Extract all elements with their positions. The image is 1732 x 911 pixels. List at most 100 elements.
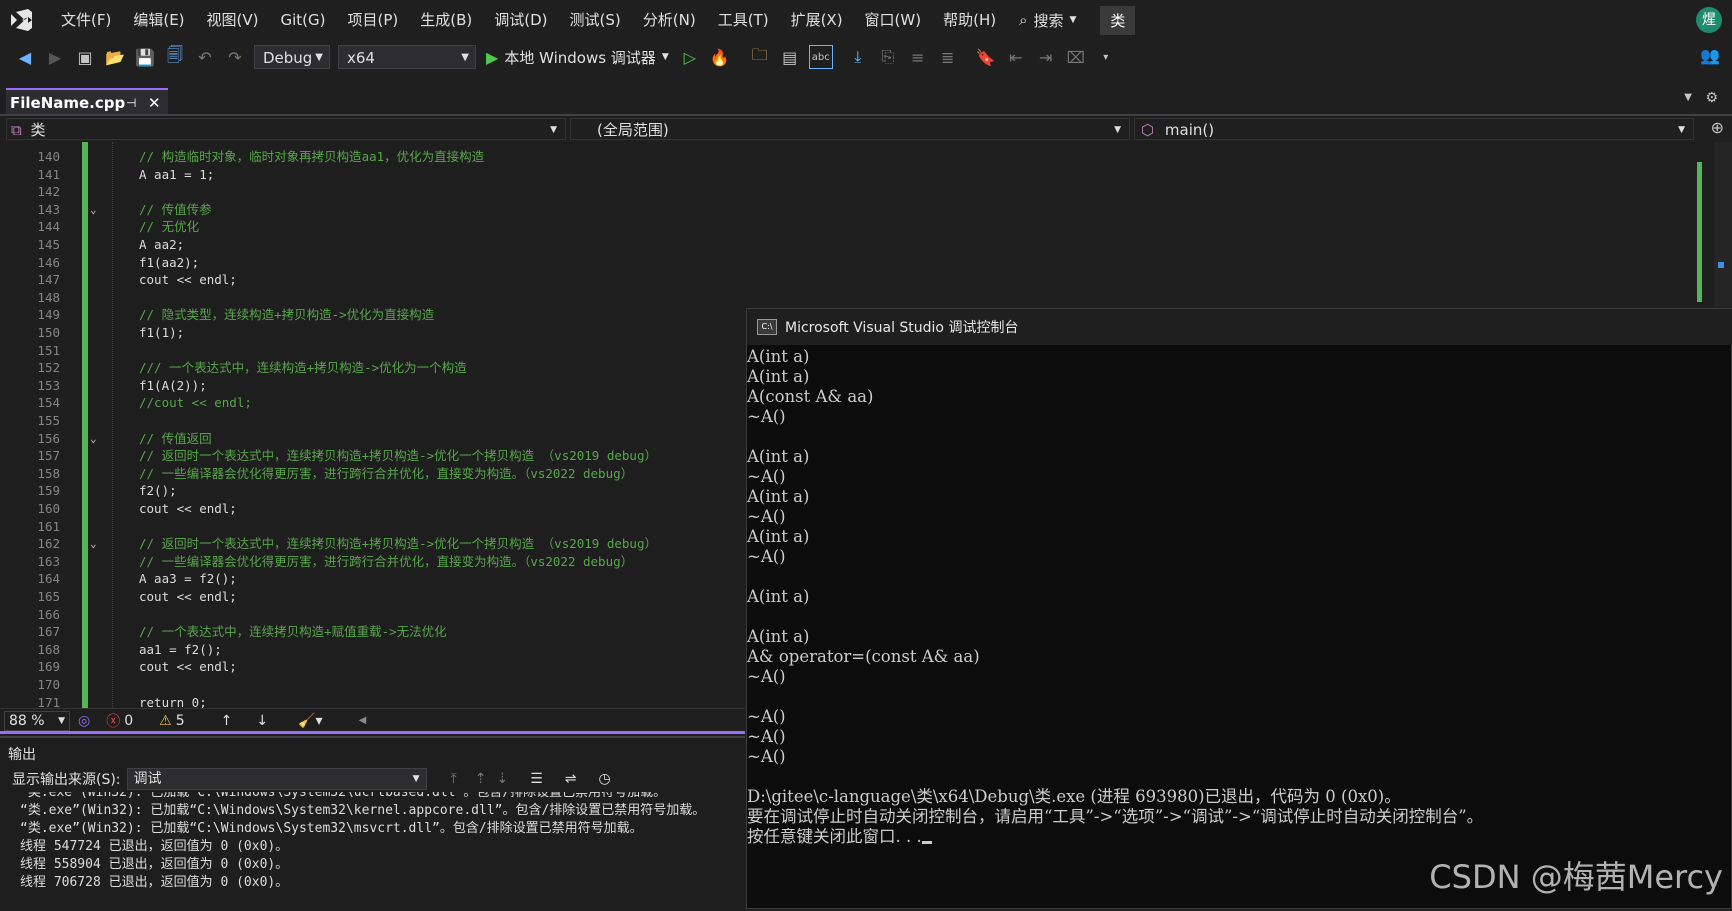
clear-bookmarks-icon[interactable]: ⌧ — [1065, 46, 1087, 68]
error-count[interactable]: 0 — [124, 713, 133, 729]
save-icon[interactable]: 💾 — [134, 46, 156, 68]
spellcheck-icon[interactable]: abc — [808, 45, 833, 69]
code-line[interactable]: 152 /// 一个表达式中，连续构造+拷贝构造->优化为一个构造 — [0, 359, 745, 377]
bookmark-icon[interactable]: 🔖 — [975, 46, 997, 68]
code-line[interactable]: 142 — [0, 183, 745, 201]
code-line[interactable]: 155 — [0, 412, 745, 430]
pin-icon[interactable]: ⊣ — [126, 90, 136, 116]
warning-icon[interactable]: ⚠ — [159, 713, 172, 729]
panel-splitter[interactable] — [0, 731, 745, 734]
next-message-icon[interactable]: ⇣ — [496, 771, 508, 787]
output-text[interactable]: “类.exe”(Win32): 已加载“C:\Windows\System32\… — [0, 792, 745, 911]
clock-icon[interactable]: ◷ — [599, 771, 611, 787]
zoom-select[interactable]: 88 % ▼ — [4, 710, 70, 731]
code-line[interactable]: 163 // 一些编译器会优化得更厉害，进行跨行合并优化，直接变为构造。（vs20… — [0, 553, 745, 571]
start-without-debugging-icon[interactable]: ▷ — [679, 46, 701, 68]
toolbar-overflow-icon[interactable]: ▾ — [1095, 46, 1117, 68]
code-line[interactable]: 146 f1(aa2); — [0, 254, 745, 272]
warning-count[interactable]: 5 — [176, 713, 185, 729]
code-line[interactable]: 144 // 无优化 — [0, 218, 745, 236]
visual-studio-logo-icon[interactable] — [8, 6, 36, 34]
forward-icon[interactable]: ▶ — [44, 46, 66, 68]
output-source-select[interactable]: 调试 ▼ — [126, 768, 427, 790]
code-cleanup-icon[interactable]: 🧹▾ — [298, 713, 322, 729]
gear-icon[interactable]: ⚙ — [1705, 90, 1718, 106]
redo-icon[interactable]: ↷ — [224, 46, 246, 68]
next-bookmark-icon[interactable]: ⇥ — [1035, 46, 1057, 68]
code-line[interactable]: 159 f2(); — [0, 482, 745, 500]
code-line[interactable]: 170 — [0, 676, 745, 694]
menu-item[interactable]: 扩展(X) — [780, 0, 854, 40]
code-line[interactable]: 154 //cout << endl; — [0, 394, 745, 412]
prev-bookmark-icon[interactable]: ⇤ — [1005, 46, 1027, 68]
fold-toggle-icon[interactable]: ⌄ — [90, 201, 97, 219]
code-line[interactable]: 158 // 一些编译器会优化得更厉害，进行跨行合并优化，直接变为构造。（vs20… — [0, 465, 745, 483]
code-line[interactable]: 168 aa1 = f2(); — [0, 641, 745, 659]
code-line[interactable]: 169 cout << endl; — [0, 658, 745, 676]
menu-item[interactable]: 编辑(E) — [122, 0, 195, 40]
layout-icon[interactable]: ▤ — [779, 46, 801, 68]
menu-item[interactable]: 项目(P) — [337, 0, 410, 40]
menu-item[interactable]: 帮助(H) — [932, 0, 1007, 40]
back-icon[interactable]: ◀ — [14, 46, 36, 68]
collapse-icon[interactable]: ⎘ — [877, 46, 899, 68]
menu-item[interactable]: 测试(S) — [559, 0, 632, 40]
scroll-left-icon[interactable]: ◀ — [359, 715, 367, 726]
code-line[interactable]: 157 // 返回时一个表达式中，连续拷贝构造+拷贝构造->优化一个拷贝构造 （v… — [0, 447, 745, 465]
member-combo[interactable]: ⬡ main() ▼ — [1134, 118, 1694, 140]
platform-select[interactable]: x64 ▼ — [338, 45, 476, 69]
prev-message-icon[interactable]: ⇡ — [475, 771, 487, 787]
search-button[interactable]: ⌕ 搜索 ▼ — [1019, 10, 1076, 31]
code-line[interactable]: 164 A aa3 = f2(); — [0, 570, 745, 588]
start-debugging-button[interactable]: ▶ 本地 Windows 调试器 ▼ — [486, 47, 669, 68]
console-title-bar[interactable]: C:\ Microsoft Visual Studio 调试控制台 — [747, 309, 1732, 345]
debug-console-window[interactable]: C:\ Microsoft Visual Studio 调试控制台 A(int … — [746, 308, 1732, 909]
code-line[interactable]: 149 // 隐式类型，连续构造+拷贝构造->优化为直接构造 — [0, 306, 745, 324]
code-line[interactable]: 147 cout << endl; — [0, 271, 745, 289]
menu-item[interactable]: 工具(T) — [707, 0, 780, 40]
menu-item[interactable]: 窗口(W) — [854, 0, 933, 40]
menu-item[interactable]: 分析(N) — [632, 0, 707, 40]
folder-icon[interactable]: 🗀 — [749, 45, 771, 68]
code-line[interactable]: 143 ⌄ // 传值传参 — [0, 201, 745, 219]
indent-icon[interactable]: ≡ — [907, 46, 929, 68]
save-all-icon[interactable]: 🗐 — [164, 45, 186, 68]
code-line[interactable]: 156 ⌄ // 传值返回 — [0, 430, 745, 448]
fold-toggle-icon[interactable]: ⌄ — [90, 430, 97, 448]
code-line[interactable]: 153 f1(A(2)); — [0, 377, 745, 395]
solution-name[interactable]: 类 — [1100, 5, 1136, 35]
code-line[interactable]: 140 // 构造临时对象，临时对象再拷贝构造aa1，优化为直接构造 — [0, 148, 745, 166]
live-share-icon[interactable]: 👥 — [1700, 46, 1720, 65]
word-wrap-icon[interactable]: ⇌ — [565, 771, 577, 787]
clear-all-icon[interactable]: ☰ — [530, 771, 543, 787]
arrow-up-icon[interactable]: ↑ — [221, 713, 233, 729]
account-avatar[interactable]: 煋 — [1696, 7, 1722, 33]
menu-item[interactable]: Git(G) — [270, 0, 337, 40]
menu-item[interactable]: 调试(D) — [483, 0, 558, 40]
code-line[interactable]: 167 // 一个表达式中，连续拷贝构造+赋值重载->无法优化 — [0, 623, 745, 641]
copilot-icon[interactable]: ◎ — [78, 713, 90, 729]
menu-item[interactable]: 生成(B) — [409, 0, 483, 40]
scope-combo[interactable]: (全局范围) ▼ — [570, 118, 1130, 140]
tab-filename-cpp[interactable]: FileName.cpp ⊣ ✕ — [6, 88, 168, 114]
code-line[interactable]: 165 cout << endl; — [0, 588, 745, 606]
close-icon[interactable]: ✕ — [148, 90, 161, 116]
code-line[interactable]: 145 A aa2; — [0, 236, 745, 254]
code-line[interactable]: 162 ⌄ // 返回时一个表达式中，连续拷贝构造+拷贝构造->优化一个拷贝构造 （… — [0, 535, 745, 553]
code-line[interactable]: 141 A aa1 = 1; — [0, 166, 745, 184]
tab-list-icon[interactable]: ▼ — [1684, 92, 1692, 103]
outdent-icon[interactable]: ≣ — [937, 46, 959, 68]
new-project-icon[interactable]: ▣ — [74, 46, 96, 68]
step-icon[interactable]: ⤓ — [847, 46, 869, 68]
error-icon[interactable]: ⓧ — [106, 711, 120, 731]
configuration-select[interactable]: Debug ▼ — [254, 45, 330, 69]
find-message-icon[interactable]: ⤒ — [451, 771, 457, 787]
fold-toggle-icon[interactable]: ⌄ — [90, 535, 97, 553]
split-editor-icon[interactable]: ⊕ — [1711, 118, 1724, 137]
arrow-down-icon[interactable]: ↓ — [256, 713, 268, 729]
editor-scrollbar-track[interactable] — [1714, 142, 1732, 307]
code-line[interactable]: 148 — [0, 289, 745, 307]
code-line[interactable]: 171 return 0; — [0, 694, 745, 708]
menu-item[interactable]: 文件(F) — [50, 0, 122, 40]
code-line[interactable]: 151 — [0, 342, 745, 360]
